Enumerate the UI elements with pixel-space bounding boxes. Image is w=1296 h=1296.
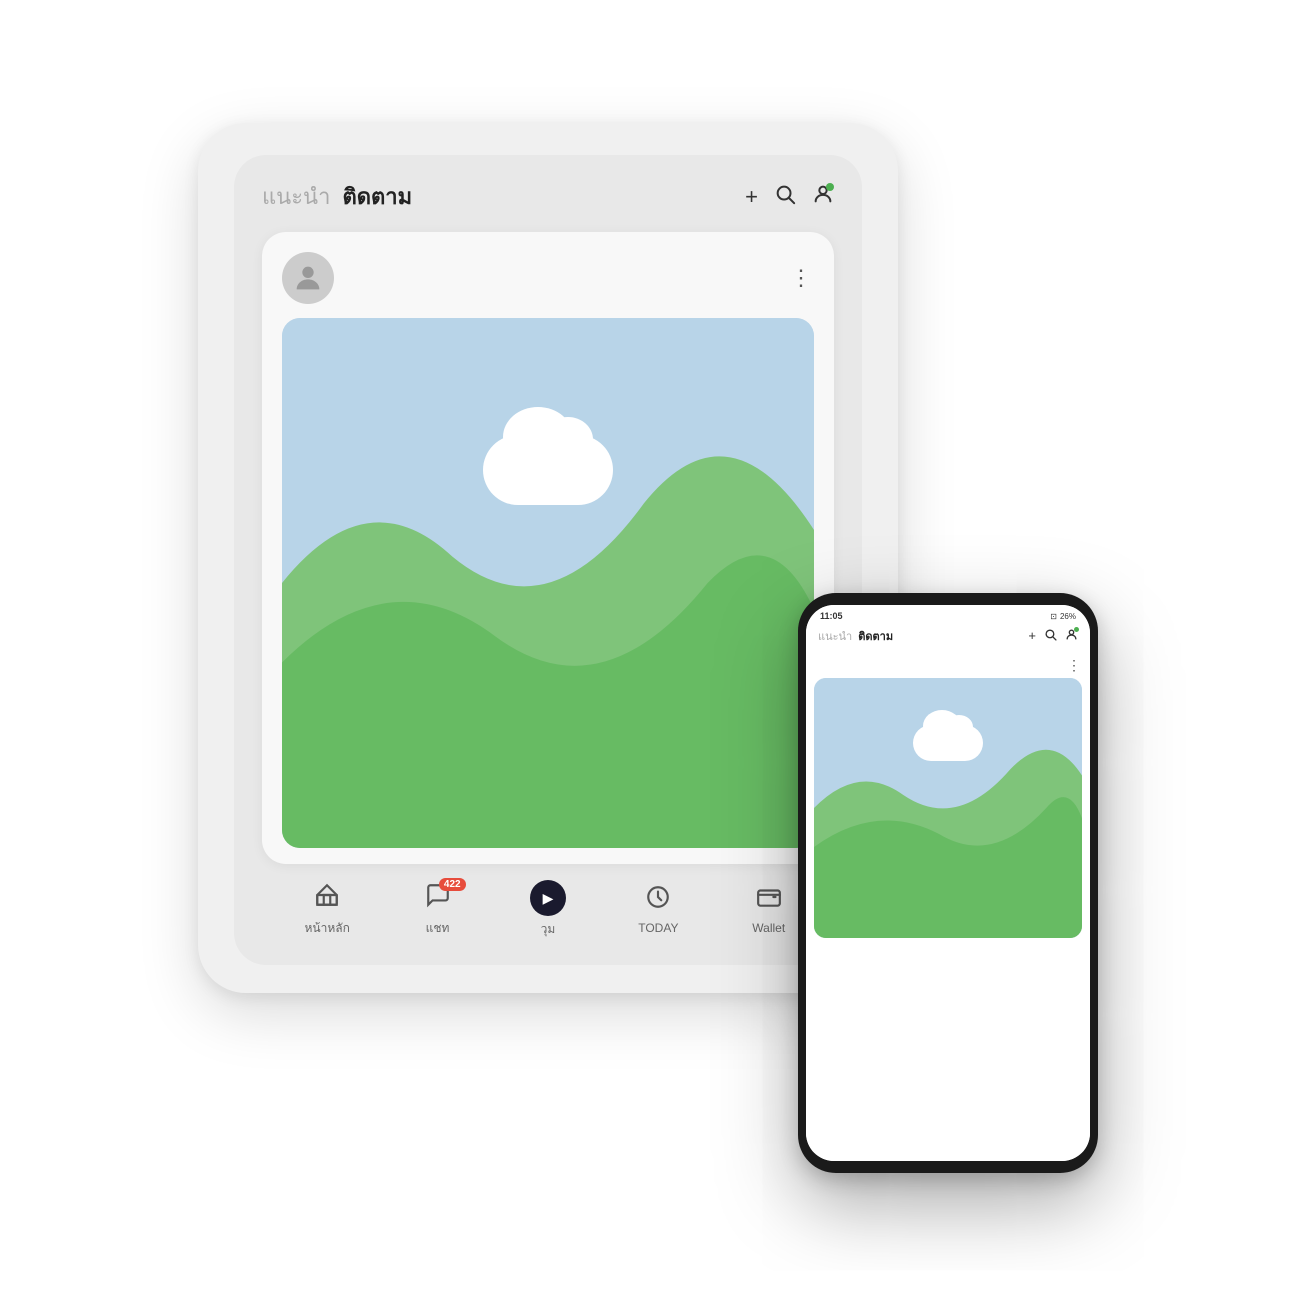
- home-icon: [314, 882, 340, 915]
- phone-search-icon[interactable]: [1044, 628, 1057, 644]
- today-icon: [645, 884, 671, 917]
- grass-svg: [282, 318, 814, 848]
- search-icon[interactable]: [774, 183, 796, 211]
- phone-post-area: ⋮: [806, 651, 1090, 1161]
- home-label: หน้าหลัก: [304, 919, 349, 938]
- header-tabs: แนะนำ ติดตาม: [262, 179, 412, 214]
- phone-post-header: ⋮: [814, 651, 1082, 678]
- status-time: 11:05: [820, 611, 843, 621]
- add-icon[interactable]: +: [745, 184, 758, 210]
- phone-tabs: แนะนำ ติดตาม: [818, 627, 893, 645]
- wallet-icon: [756, 884, 782, 917]
- phone-status-bar: 11:05 ⊡ 26%: [806, 605, 1090, 623]
- post-header: ⋮: [282, 252, 814, 304]
- nav-wallet[interactable]: Wallet: [739, 884, 799, 935]
- phone-screen: 11:05 ⊡ 26% แนะนำ ติดตาม +: [806, 605, 1090, 1161]
- post-image: [282, 318, 814, 848]
- profile-icon[interactable]: [812, 183, 834, 211]
- phone-add-icon[interactable]: +: [1028, 628, 1036, 644]
- vum-label: วุม: [541, 920, 556, 939]
- nav-vum[interactable]: ▶ วุม: [518, 880, 578, 939]
- phone-header-actions: +: [1028, 628, 1078, 644]
- status-right: ⊡ 26%: [1050, 612, 1076, 621]
- phone-tab-suggest[interactable]: แนะนำ: [818, 627, 852, 645]
- tab-follow[interactable]: ติดตาม: [342, 179, 412, 214]
- battery-percent: 26%: [1060, 612, 1076, 621]
- bottom-nav: หน้าหลัก 422 แชท ▶ วุม: [262, 864, 834, 945]
- tab-suggest[interactable]: แนะนำ: [262, 179, 330, 214]
- chat-label: แชท: [426, 919, 450, 938]
- phone-post-image: [814, 678, 1082, 938]
- nav-home[interactable]: หน้าหลัก: [297, 882, 357, 938]
- phone-tab-follow[interactable]: ติดตาม: [858, 627, 893, 645]
- nav-chat[interactable]: 422 แชท: [408, 882, 468, 938]
- chat-badge: 422: [439, 878, 466, 891]
- nav-today[interactable]: TODAY: [628, 884, 688, 935]
- phone-mockup: 11:05 ⊡ 26% แนะนำ ติดตาม +: [798, 593, 1098, 1173]
- play-button[interactable]: ▶: [530, 880, 566, 916]
- tablet-mockup: แนะนำ ติดตาม +: [198, 123, 898, 993]
- phone-grass: [814, 678, 1082, 938]
- phone-notch: [918, 593, 978, 605]
- wallet-label: Wallet: [752, 921, 785, 935]
- phone-profile-icon[interactable]: [1065, 628, 1078, 644]
- more-options-icon[interactable]: ⋮: [790, 265, 814, 291]
- today-label: TODAY: [638, 921, 678, 935]
- post-card: ⋮: [262, 232, 834, 864]
- avatar: [282, 252, 334, 304]
- phone-header: แนะนำ ติดตาม +: [806, 623, 1090, 651]
- tablet-inner: แนะนำ ติดตาม +: [234, 155, 862, 965]
- profile-dot: [826, 183, 834, 191]
- scene: แนะนำ ติดตาม +: [198, 123, 1098, 1173]
- app-header: แนะนำ ติดตาม +: [262, 179, 834, 214]
- battery-icon: ⊡: [1050, 612, 1057, 621]
- header-actions: +: [745, 183, 834, 211]
- phone-more-icon[interactable]: ⋮: [1067, 657, 1082, 674]
- phone-profile-dot: [1074, 627, 1079, 632]
